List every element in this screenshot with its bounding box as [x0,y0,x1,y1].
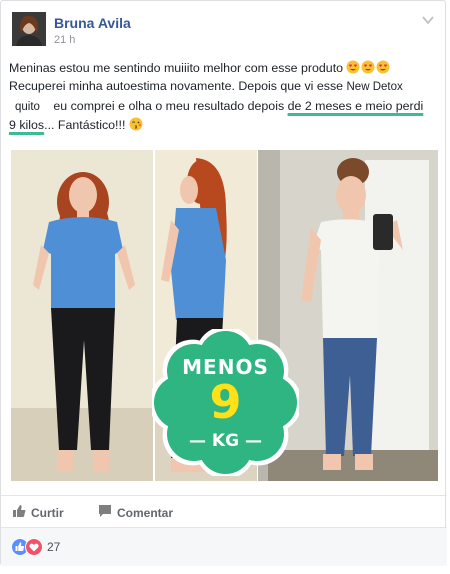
post-card: Bruna Avila 21 h Meninas estou me sentin… [0,0,447,566]
kiss-emoji [129,117,143,131]
love-reaction-icon [25,538,43,561]
reaction-count[interactable]: 27 [47,540,60,554]
like-button[interactable]: Curtir [12,504,64,521]
product-name: New Detox [346,81,403,94]
badge-number: 9 [209,375,242,429]
comment-label: Comentar [117,505,174,520]
action-bar: Curtir Comentar [1,495,447,526]
post-text-line-4b: ... Fantástico!!! [44,117,126,132]
chevron-down-icon[interactable] [421,13,435,27]
product-name-cont: quito [15,100,40,113]
heart-eyes-emoji [361,60,375,74]
post-text-line-3b: de 2 meses e meio perdi [287,98,424,113]
post-text-line-3a: eu comprei e olha o meu resultado depois [53,98,285,113]
post-text-line-4a: 9 kilos [9,117,45,132]
avatar[interactable] [12,12,46,46]
heart-eyes-emoji [376,60,390,74]
post-text-line-2: Recuperei minha autoestima novamente. De… [9,79,344,94]
post-timestamp[interactable]: 21 h [54,34,75,46]
like-label: Curtir [31,505,64,520]
badge-unit: — KG — [189,431,262,451]
weight-loss-badge: MENOS 9 — KG — [152,329,299,476]
post-text: Meninas estou me sentindo muiiito melhor… [9,59,439,134]
comment-button[interactable]: Comentar [98,504,173,521]
heart-eyes-emoji [346,60,360,74]
thumbs-up-icon [12,504,26,521]
post-text-line-1: Meninas estou me sentindo muiiito melhor… [9,61,344,75]
comment-icon [98,504,112,521]
reactions-summary[interactable]: 27 [1,527,447,566]
post-photo[interactable]: MENOS 9 — KG — [11,150,438,481]
author-name[interactable]: Bruna Avila [54,15,131,31]
